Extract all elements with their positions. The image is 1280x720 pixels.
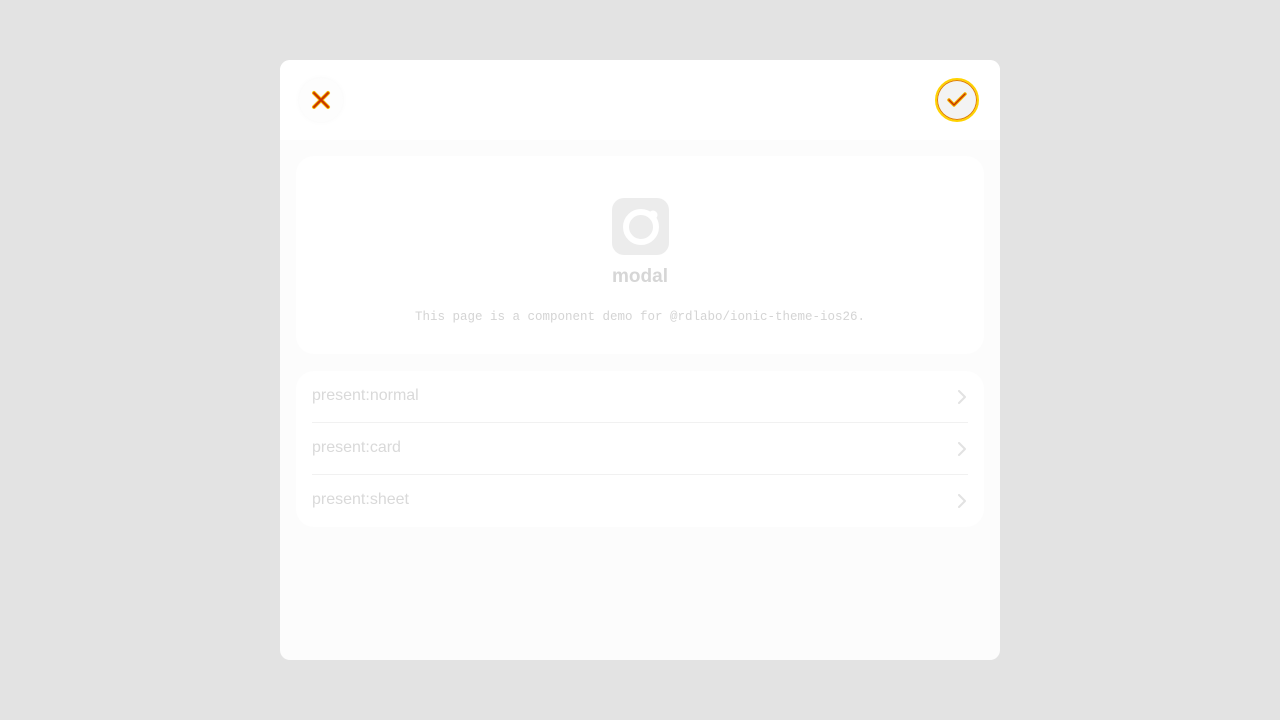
ionic-logo-icon: [612, 198, 669, 255]
checkmark-icon: [947, 92, 967, 107]
page-description: This page is a component demo for @rdlab…: [414, 310, 866, 324]
list-item-label: present:normal: [312, 387, 419, 404]
list-item-present-sheet[interactable]: present:sheet: [296, 475, 984, 527]
modal-window: modal This page is a component demo for …: [280, 60, 1000, 660]
confirm-button[interactable]: [935, 78, 979, 122]
list-item-present-card[interactable]: present:card: [296, 423, 984, 475]
intro-card: modal This page is a component demo for …: [296, 156, 984, 354]
close-button[interactable]: [299, 78, 343, 122]
chevron-right-icon: [958, 442, 966, 456]
page-title: modal: [612, 266, 668, 287]
list-item-label: present:card: [312, 439, 401, 456]
modal-header: [280, 60, 1000, 140]
close-x-icon: [312, 91, 330, 109]
list-item-present-normal[interactable]: present:normal: [296, 371, 984, 423]
chevron-right-icon: [958, 494, 966, 508]
chevron-right-icon: [958, 390, 966, 404]
present-options-list: present:normal present:card present:shee…: [296, 371, 984, 527]
list-item-label: present:sheet: [312, 491, 409, 508]
